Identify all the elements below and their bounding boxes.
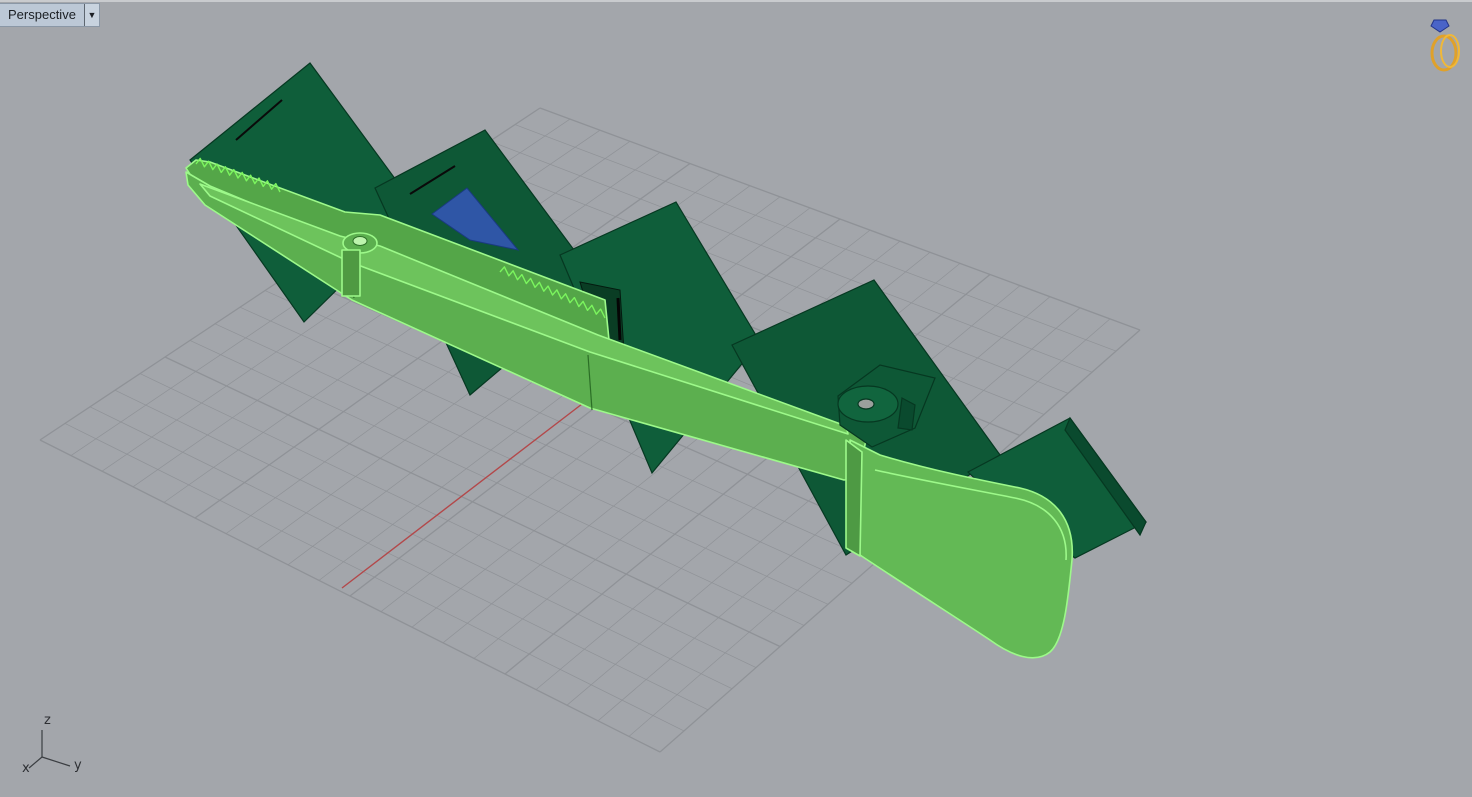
chevron-down-icon[interactable]: ▼ <box>83 4 99 26</box>
world-axis-widget <box>28 730 71 769</box>
axis-label-y: y <box>74 758 82 773</box>
viewport-canvas[interactable] <box>0 0 1472 797</box>
viewport-title-tab[interactable]: Perspective ▼ <box>0 3 100 27</box>
perspective-viewport[interactable]: Perspective ▼ z y x <box>0 0 1472 797</box>
axis-label-z: z <box>44 713 51 728</box>
viewport-name[interactable]: Perspective <box>0 4 84 26</box>
axis-label-x: x <box>22 761 30 776</box>
ring-gem-icon <box>1430 19 1460 72</box>
